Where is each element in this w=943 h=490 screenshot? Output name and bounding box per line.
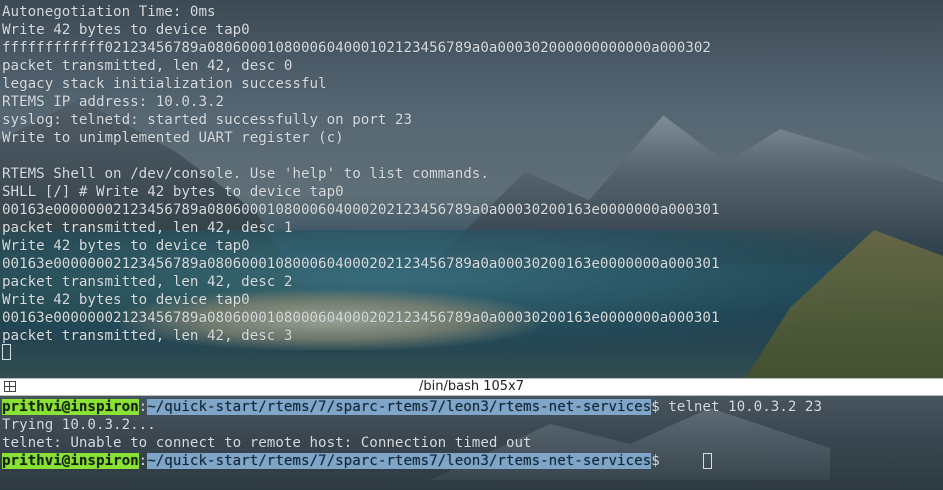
terminal-line: syslog: telnetd: started successfully on…: [2, 112, 412, 128]
terminal-prompt-line: prithvi@inspiron:~/quick-start/rtems/7/s…: [2, 398, 822, 416]
typed-command: $ telnet 10.0.3.2 23: [651, 399, 823, 415]
terminal-line: RTEMS Shell on /dev/console. Use 'help' …: [2, 166, 489, 182]
prompt-suffix: $: [651, 453, 669, 469]
terminal-cursor: [2, 344, 11, 360]
pane-title: /bin/bash 105x7: [418, 379, 524, 394]
terminal-line: packet transmitted, len 42, desc 3: [2, 328, 293, 344]
prompt-user-host: prithvi@inspiron: [2, 399, 139, 415]
terminal-line: 00163e00000002123456789a0806000108000604…: [2, 256, 720, 272]
terminal-line: telnet: Unable to connect to remote host…: [2, 435, 532, 451]
terminal-line: packet transmitted, len 42, desc 1: [2, 220, 293, 236]
prompt-colon: :: [138, 453, 148, 469]
terminal-line: packet transmitted, len 42, desc 2: [2, 274, 293, 290]
terminal-line: ffffffffffff02123456789a0806000108000604…: [2, 40, 711, 56]
terminal-line: packet transmitted, len 42, desc 0: [2, 58, 293, 74]
bottom-terminal-pane[interactable]: prithvi@inspiron:~/quick-start/rtems/7/s…: [0, 396, 943, 490]
terminal-line: Write 42 bytes to device tap0: [2, 22, 250, 38]
terminal-line: Autonegotiation Time: 0ms: [2, 4, 216, 20]
prompt-working-directory: ~/quick-start/rtems/7/sparc-rtems7/leon3…: [147, 399, 652, 415]
terminal-cursor: [703, 453, 712, 469]
terminal-pane-title-bar[interactable]: /bin/bash 105x7: [0, 378, 943, 396]
prompt-user-host: prithvi@inspiron: [2, 453, 139, 469]
terminal-prompt-line: prithvi@inspiron:~/quick-start/rtems/7/s…: [2, 452, 668, 470]
terminal-line: Trying 10.0.3.2...: [2, 417, 156, 433]
prompt-working-directory: ~/quick-start/rtems/7/sparc-rtems7/leon3…: [147, 453, 652, 469]
terminal-line: 00163e00000002123456789a0806000108000604…: [2, 202, 720, 218]
terminal-line: RTEMS IP address: 10.0.3.2: [2, 94, 225, 110]
terminal-line: Write to unimplemented UART register (c): [2, 130, 344, 146]
terminal-line: legacy stack initialization successful: [2, 76, 327, 92]
top-terminal-pane[interactable]: Autonegotiation Time: 0ms Write 42 bytes…: [0, 0, 943, 378]
terminal-line: Write 42 bytes to device tap0: [2, 238, 250, 254]
terminal-line: Write 42 bytes to device tap0: [2, 292, 250, 308]
prompt-colon: :: [138, 399, 148, 415]
terminal-line: SHLL [/] # Write 42 bytes to device tap0: [2, 184, 344, 200]
terminal-line: 00163e00000002123456789a0806000108000604…: [2, 310, 720, 326]
